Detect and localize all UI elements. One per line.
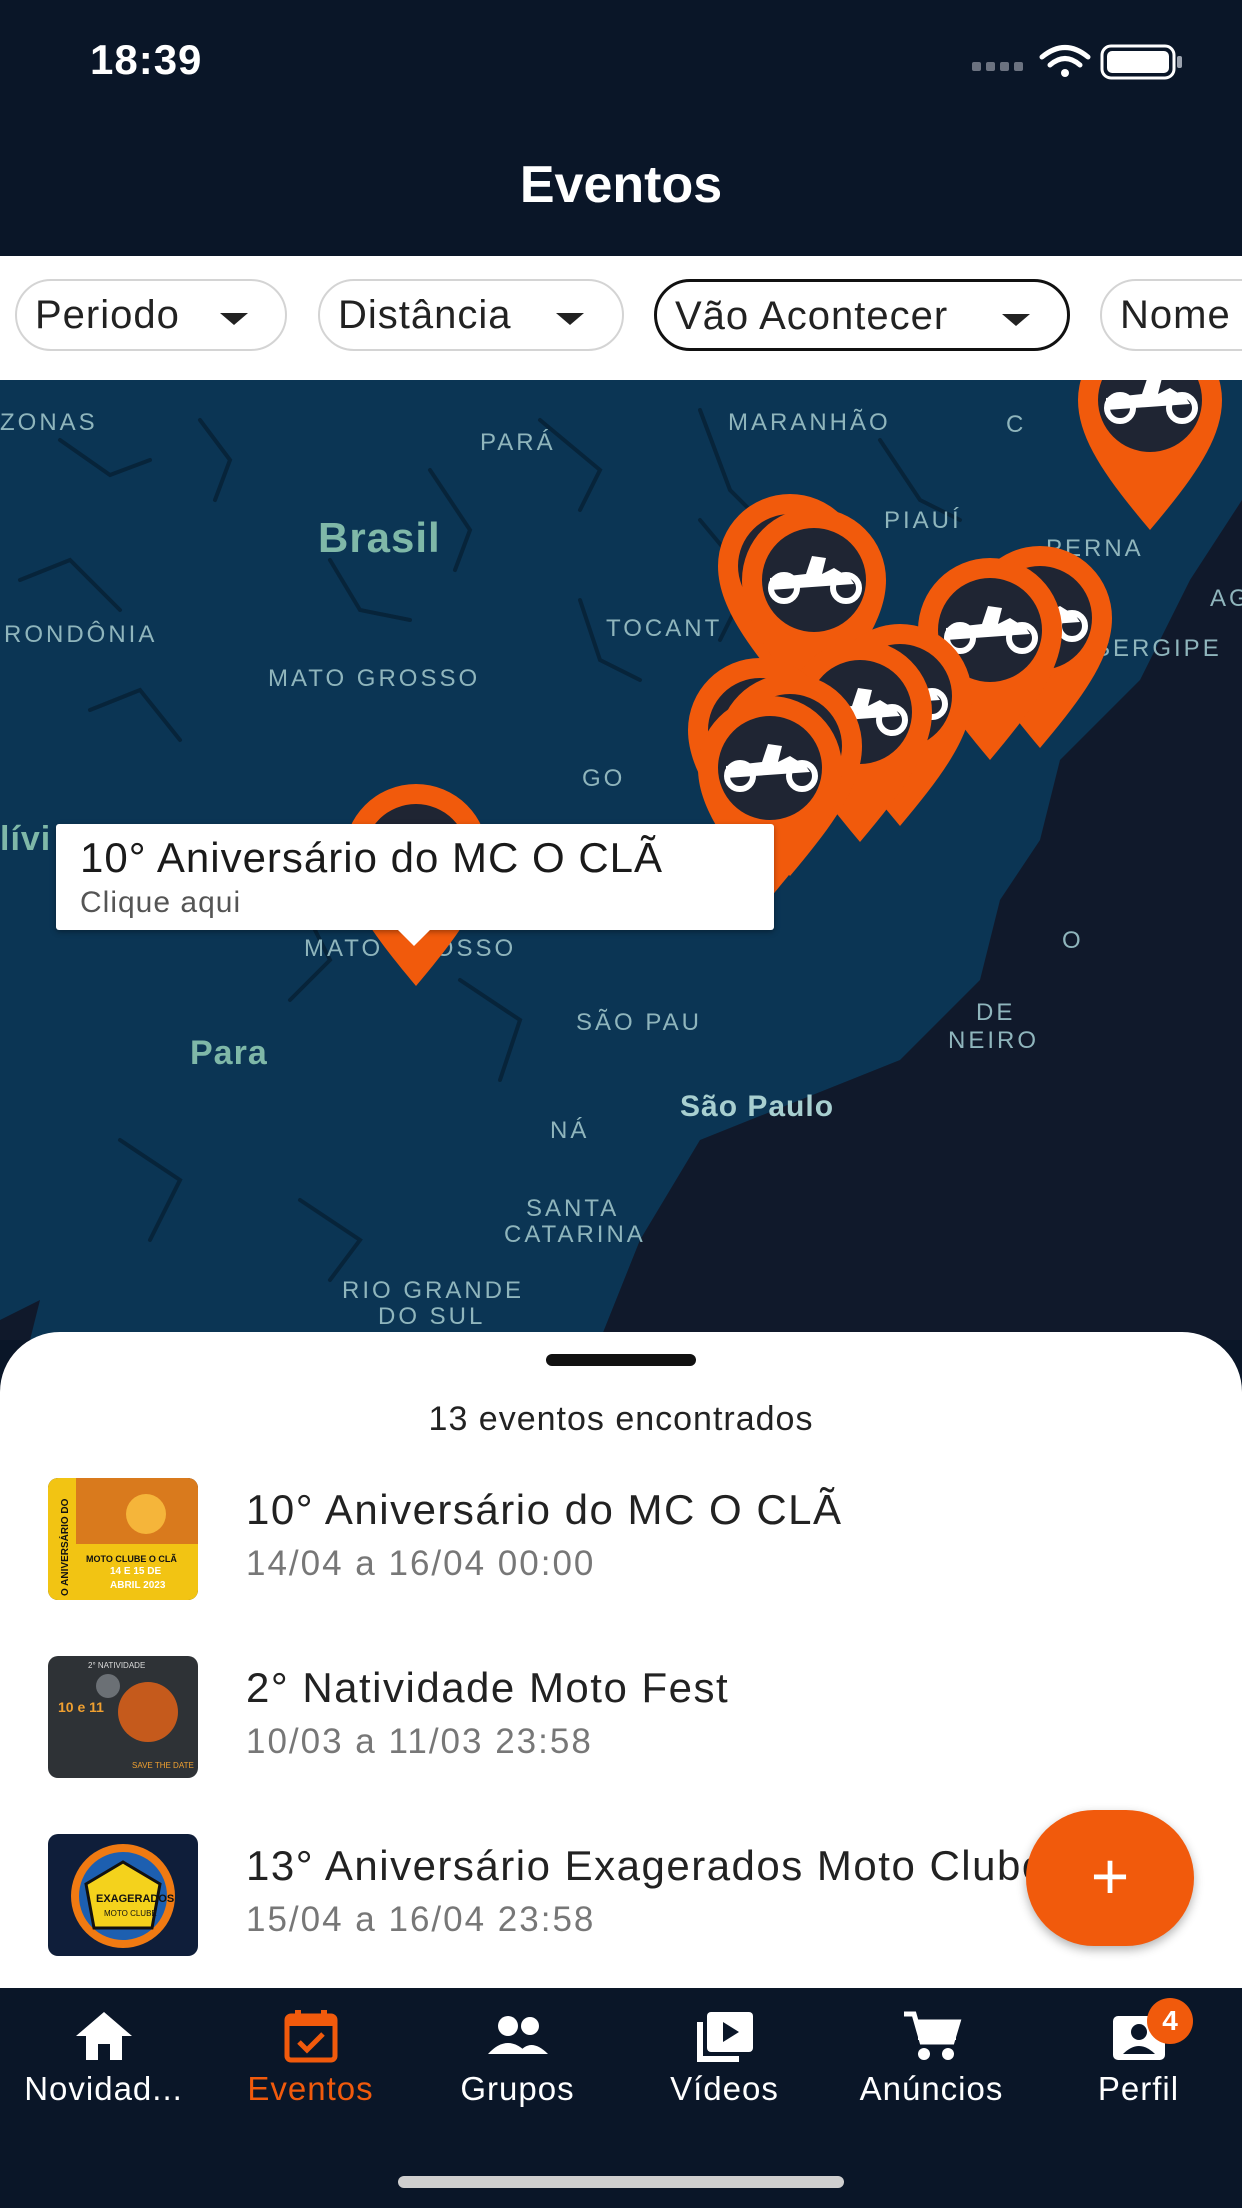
people-icon	[488, 2016, 548, 2054]
tab-perfil[interactable]: 4 Perfil	[1035, 1988, 1242, 2128]
svg-text:MOTO CLUBE: MOTO CLUBE	[104, 1909, 157, 1918]
map-label: CATARINA	[504, 1221, 646, 1248]
page-title: Eventos	[519, 156, 723, 214]
event-thumbnail: 2° NATIVIDADE 10 e 11 SAVE THE DATE	[48, 1656, 198, 1778]
filter-bar: Periodo Distância Vão Acontecer Nome	[0, 256, 1242, 380]
video-library-icon	[697, 2012, 753, 2062]
event-date: 14/04 a 16/04 00:00	[246, 1544, 596, 1583]
event-thumbnail: EXAGERADOS MOTO CLUBE	[48, 1834, 198, 1956]
map-label: NEIRO	[948, 1027, 1039, 1054]
map-label: Para	[190, 1034, 268, 1072]
map-label-country: Brasil	[318, 514, 441, 561]
callout-title: 10° Aniversário do MC O CLÃ	[80, 834, 664, 881]
event-date: 10/03 a 11/03 23:58	[246, 1722, 593, 1761]
filter-distancia[interactable]: Distância	[318, 279, 624, 351]
map-label: lívi	[0, 820, 51, 858]
map-label: RONDÔNIA	[4, 620, 157, 648]
svg-text:14 E 15 DE: 14 E 15 DE	[110, 1566, 161, 1577]
svg-text:10 e 11: 10 e 11	[58, 1699, 104, 1715]
notification-badge: 4	[1147, 1998, 1193, 2044]
app-header: Eventos	[0, 120, 1242, 256]
event-title: 2° Natividade Moto Fest	[246, 1664, 730, 1711]
tab-label: Grupos	[460, 2070, 575, 2107]
tab-label: Vídeos	[670, 2070, 779, 2107]
filter-distancia-label: Distância	[338, 293, 512, 337]
svg-text:ABRIL 2023: ABRIL 2023	[110, 1580, 166, 1591]
filter-periodo-label: Periodo	[35, 293, 180, 337]
map-label: SÃO PAU	[576, 1009, 702, 1036]
map-label: DO SUL	[378, 1303, 485, 1330]
map-label: GO	[582, 765, 625, 792]
status-time: 18:39	[90, 36, 203, 83]
list-item[interactable]: O ANIVERSÁRIO DO MOTO CLUBE O CLÃ 14 E 1…	[0, 1464, 1242, 1614]
map-label: TOCANT	[606, 615, 722, 642]
map-label: RIO GRANDE	[342, 1277, 524, 1304]
map-label: SERGIPE	[1094, 635, 1222, 662]
map-label: PIAUÍ	[884, 507, 962, 534]
sheet-drag-handle[interactable]	[546, 1354, 696, 1366]
tab-grupos[interactable]: Grupos	[414, 1988, 621, 2128]
wifi-icon	[1039, 45, 1091, 77]
tab-videos[interactable]: Vídeos	[621, 1988, 828, 2128]
map-label: DE	[976, 999, 1015, 1026]
callout-subtitle: Clique aqui	[80, 886, 242, 919]
tab-label: Novidad...	[24, 2070, 183, 2107]
chevron-down-icon	[220, 313, 248, 325]
status-icons	[972, 44, 1182, 80]
cart-icon	[904, 2011, 962, 2060]
map-label: PARÁ	[480, 429, 556, 456]
event-title: 13° Aniversário Exagerados Moto Clube	[246, 1842, 1047, 1889]
svg-text:O ANIVERSÁRIO DO: O ANIVERSÁRIO DO	[58, 1498, 71, 1596]
add-event-button[interactable]: +	[1026, 1810, 1194, 1946]
map-label: MARANHÃO	[728, 409, 891, 436]
marker-callout[interactable]: 10° Aniversário do MC O CLÃ Clique aqui	[56, 824, 774, 930]
chevron-down-icon	[1002, 314, 1030, 326]
filter-nome[interactable]: Nome	[1100, 279, 1242, 351]
list-item[interactable]: 2° NATIVIDADE 10 e 11 SAVE THE DATE 2° N…	[0, 1642, 1242, 1792]
map-label: AG	[1210, 585, 1242, 612]
tab-anuncios[interactable]: Anúncios	[828, 1988, 1035, 2128]
map-label: MATO GROSSO	[268, 665, 480, 692]
tab-novidades[interactable]: Novidad...	[0, 1988, 207, 2128]
map-label: O	[1062, 927, 1084, 954]
plus-icon: +	[1090, 1839, 1130, 1913]
chevron-down-icon	[556, 313, 584, 325]
battery-icon	[1100, 44, 1182, 80]
svg-text:2° NATIVIDADE: 2° NATIVIDADE	[88, 1661, 145, 1670]
svg-text:MOTO CLUBE O CLÃ: MOTO CLUBE O CLÃ	[86, 1554, 177, 1564]
home-icon	[76, 2012, 132, 2060]
filter-nome-label: Nome	[1120, 293, 1231, 337]
bottom-tab-bar: Novidad... Eventos Grupos Vídeos Anúncio…	[0, 1988, 1242, 2208]
callout-tail	[398, 930, 430, 946]
event-thumbnail: O ANIVERSÁRIO DO MOTO CLUBE O CLÃ 14 E 1…	[48, 1478, 198, 1600]
map-label: C	[1006, 411, 1026, 438]
svg-text:EXAGERADOS: EXAGERADOS	[96, 1893, 174, 1905]
map-label: SANTA	[526, 1195, 619, 1222]
events-count: 13 eventos encontrados	[428, 1400, 814, 1438]
map-label-city: São Paulo	[680, 1090, 834, 1123]
map-label: ZONAS	[0, 409, 98, 436]
tab-label: Eventos	[247, 2070, 374, 2107]
filter-periodo[interactable]: Periodo	[15, 279, 287, 351]
filter-vao-acontecer[interactable]: Vão Acontecer	[654, 279, 1070, 351]
home-indicator	[398, 2176, 844, 2188]
svg-text:SAVE THE DATE: SAVE THE DATE	[132, 1761, 194, 1770]
calendar-check-icon	[284, 2010, 338, 2063]
event-title: 10° Aniversário do MC O CLÃ	[246, 1486, 843, 1533]
event-date: 15/04 a 16/04 23:58	[246, 1900, 596, 1939]
status-bar: 18:39	[0, 0, 1242, 120]
tab-label: Perfil	[1097, 2070, 1180, 2107]
tab-eventos[interactable]: Eventos	[207, 1988, 414, 2128]
cellular-signal-icon	[972, 62, 1023, 71]
map-label: NÁ	[550, 1117, 589, 1144]
filter-vao-acontecer-label: Vão Acontecer	[675, 294, 949, 338]
tab-label: Anúncios	[859, 2070, 1004, 2107]
